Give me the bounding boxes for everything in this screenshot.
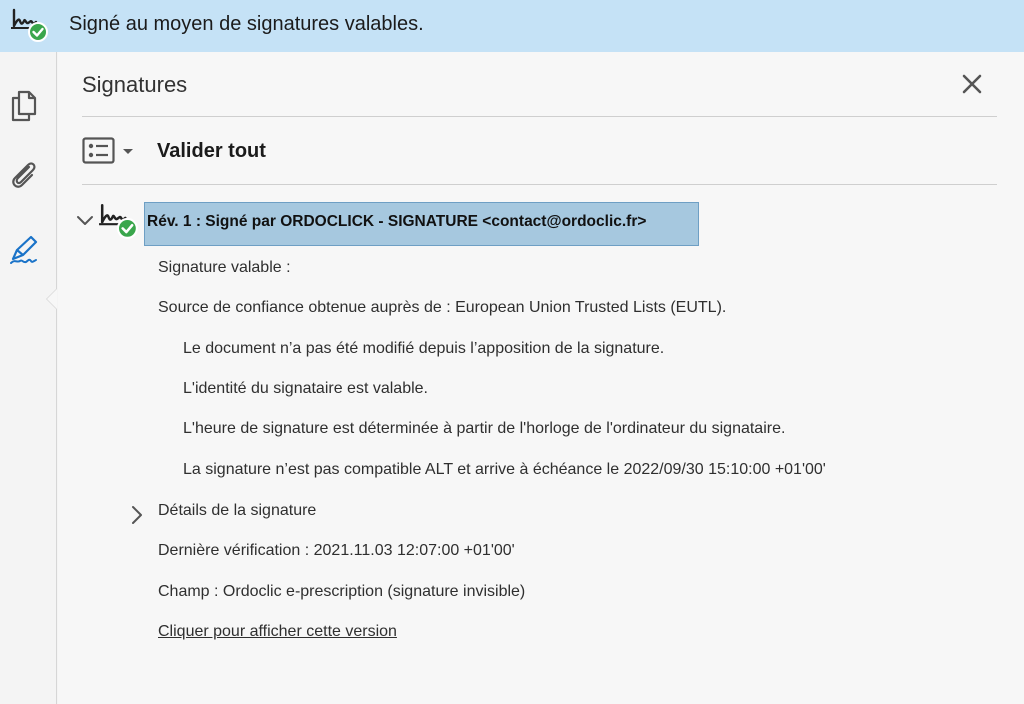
options-menu-button[interactable] [82,136,142,168]
collapse-chevron-icon[interactable] [75,211,95,231]
signature-status-banner: Signé au moyen de signatures valables. [0,0,1024,52]
banner-text: Signé au moyen de signatures valables. [69,13,424,35]
signatures-panel: Signatures Valider tout Rév. 1 : Signé p… [58,52,1024,704]
panel-title: Signatures [82,72,188,97]
trust-source-text: Source de confiance obtenue auprès de : … [158,299,727,316]
attachments-icon[interactable] [7,158,41,192]
signature-valid-icon [11,8,48,42]
close-icon[interactable] [958,70,986,98]
revision-label[interactable]: Rév. 1 : Signé par ORDOCLICK - SIGNATURE… [144,202,699,246]
divider [82,184,997,185]
left-rail [0,52,57,704]
signer-identity-text: L'identité du signataire est valable. [183,380,428,397]
last-check-text: Dernière vérification : 2021.11.03 12:07… [158,542,515,559]
divider [82,116,997,117]
signing-time-text: L'heure de signature est déterminée à pa… [183,420,786,437]
selected-pointer [46,288,57,310]
ltv-expiry-text: La signature n’est pas compatible ALT et… [183,461,826,478]
signature-valid-text: Signature valable : [158,259,291,276]
field-text: Champ : Ordoclic e-prescription (signatu… [158,583,526,600]
view-version-link[interactable]: Cliquer pour afficher cette version [158,623,397,641]
pages-icon[interactable] [7,88,41,122]
document-unmodified-text: Le document n’a pas été modifié depuis l… [183,340,665,357]
signatures-icon[interactable] [7,232,41,266]
validate-all-button[interactable]: Valider tout [157,140,266,163]
expand-chevron-icon[interactable] [128,504,146,526]
signature-details-toggle[interactable]: Détails de la signature [158,502,316,520]
signature-valid-icon [99,204,138,239]
